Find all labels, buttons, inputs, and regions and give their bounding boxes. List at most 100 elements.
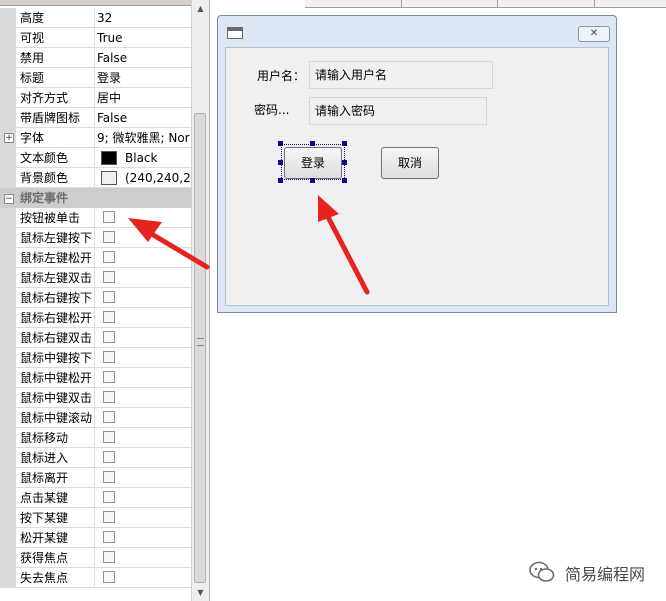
event-row[interactable]: 鼠标中键双击 [0,388,191,408]
property-rows: 高度 32 可视 True 禁用 False 标题 登录 对齐方式 居中 带盾牌图标 False + 字体… [0,8,191,588]
property-row[interactable]: 背景颜色 (240,240,24 [0,168,191,188]
scroll-thumb[interactable] [194,113,206,583]
property-value-cell[interactable]: Black [97,148,191,168]
property-row[interactable]: 文本颜色 Black [0,148,191,168]
event-checkbox[interactable] [103,571,115,583]
property-value-cell[interactable]: (240,240,24 [97,168,191,188]
property-value-cell[interactable]: True [97,28,191,48]
property-value-cell[interactable]: 32 [97,8,191,28]
resize-handle[interactable] [342,141,347,146]
row-gutter [0,248,16,268]
event-name: 鼠标右键松开 [20,308,95,328]
close-button[interactable]: ✕ [578,26,610,42]
event-checkbox[interactable] [103,391,115,403]
row-gutter [0,68,16,88]
event-name: 鼠标中键滚动 [20,408,95,428]
property-name: 字体 [20,128,95,148]
event-checkbox[interactable] [103,271,115,283]
scroll-grip-icon [197,338,204,346]
event-checkbox[interactable] [103,371,115,383]
event-checkbox[interactable] [103,411,115,423]
event-row[interactable]: 按下某键 [0,508,191,528]
close-icon: ✕ [589,28,599,39]
property-row[interactable]: + 字体 9; 微软雅黑; Nor [0,128,191,148]
scroll-up-icon[interactable]: ▲ [192,0,209,17]
property-row[interactable]: 可视 True [0,28,191,48]
event-checkbox[interactable] [103,551,115,563]
property-value-cell[interactable]: False [97,108,191,128]
property-grid-header [0,0,209,6]
property-row[interactable]: 带盾牌图标 False [0,108,191,128]
resize-handle[interactable] [278,160,283,165]
row-gutter [0,388,16,408]
resize-handle[interactable] [310,178,315,183]
event-row[interactable]: 鼠标右键按下 [0,288,191,308]
property-name: 带盾牌图标 [20,108,95,128]
event-row[interactable]: 鼠标中键滚动 [0,408,191,428]
collapse-icon[interactable]: − [4,194,14,204]
event-row[interactable]: 点击某键 [0,488,191,508]
color-swatch [101,151,117,165]
category-header[interactable]: − 绑定事件 [0,188,191,208]
expand-icon[interactable]: + [4,133,14,143]
resize-handle[interactable] [342,178,347,183]
event-row[interactable]: 鼠标右键松开 [0,308,191,328]
username-input[interactable]: 请输入用户名 [309,61,493,89]
event-checkbox[interactable] [103,231,115,243]
event-row[interactable]: 松开某键 [0,528,191,548]
login-button[interactable]: 登录 [284,147,342,179]
event-value-cell [97,508,191,528]
event-row[interactable]: 鼠标移动 [0,428,191,448]
password-label: 密码... [254,103,290,117]
event-checkbox[interactable] [103,511,115,523]
event-row[interactable]: 鼠标进入 [0,448,191,468]
resize-handle[interactable] [278,141,283,146]
property-value-cell[interactable]: 居中 [97,88,191,108]
form-titlebar[interactable]: ✕ [218,16,616,46]
event-row[interactable]: 鼠标中键按下 [0,348,191,368]
event-checkbox[interactable] [103,311,115,323]
row-gutter [0,528,16,548]
property-value-cell[interactable]: False [97,48,191,68]
property-value-cell[interactable]: 登录 [97,68,191,88]
event-value-cell [97,268,191,288]
cancel-button[interactable]: 取消 [381,147,439,179]
scroll-down-icon[interactable]: ▼ [192,584,209,601]
property-grid-scrollbar[interactable]: ▲ ▼ [191,0,209,601]
resize-handle[interactable] [342,160,347,165]
event-checkbox[interactable] [103,471,115,483]
property-row[interactable]: 标题 登录 [0,68,191,88]
resize-handle[interactable] [278,178,283,183]
property-value-cell[interactable]: 9; 微软雅黑; Nor [97,128,191,148]
event-row[interactable]: 鼠标左键双击 [0,268,191,288]
event-row[interactable]: 失去焦点 [0,568,191,588]
property-row[interactable]: 高度 32 [0,8,191,28]
event-checkbox[interactable] [103,491,115,503]
event-row[interactable]: 鼠标左键松开 [0,248,191,268]
property-name: 可视 [20,28,95,48]
event-row[interactable]: 鼠标离开 [0,468,191,488]
event-checkbox[interactable] [103,251,115,263]
event-checkbox[interactable] [103,331,115,343]
event-row[interactable]: 鼠标右键双击 [0,328,191,348]
event-name: 鼠标进入 [20,448,95,468]
event-row[interactable]: 鼠标中键松开 [0,368,191,388]
event-row[interactable]: 鼠标左键按下 [0,228,191,248]
event-name: 鼠标左键按下 [20,228,95,248]
event-checkbox[interactable] [103,451,115,463]
event-name: 鼠标中键松开 [20,368,95,388]
property-name: 背景颜色 [20,168,95,188]
password-input[interactable]: 请输入密码 [309,97,487,125]
event-checkbox[interactable] [103,211,115,223]
event-row[interactable]: 按钮被单击 [0,208,191,228]
property-row[interactable]: 禁用 False [0,48,191,68]
event-value-cell [97,368,191,388]
event-row[interactable]: 获得焦点 [0,548,191,568]
resize-handle[interactable] [310,141,315,146]
event-checkbox[interactable] [103,291,115,303]
event-checkbox[interactable] [103,351,115,363]
row-gutter [0,268,16,288]
event-checkbox[interactable] [103,431,115,443]
event-checkbox[interactable] [103,531,115,543]
property-row[interactable]: 对齐方式 居中 [0,88,191,108]
